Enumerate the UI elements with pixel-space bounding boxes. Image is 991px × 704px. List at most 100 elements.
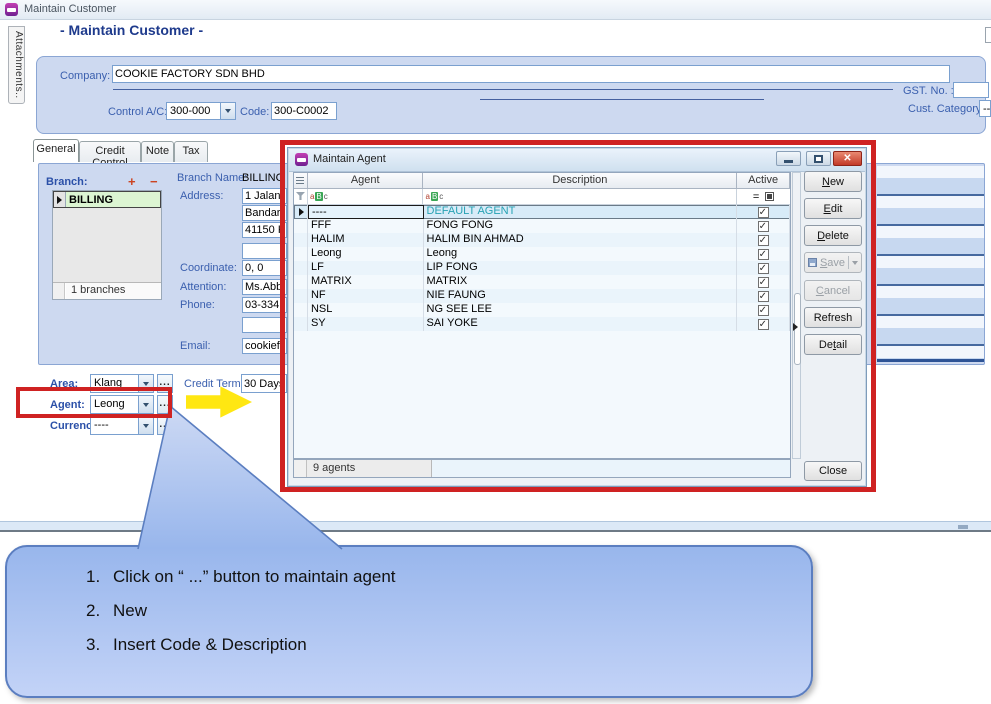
tab-credit-control[interactable]: Credit Control bbox=[79, 141, 141, 162]
active-checkbox[interactable] bbox=[758, 207, 769, 218]
active-checkbox[interactable] bbox=[758, 235, 769, 246]
row-indicator bbox=[294, 275, 308, 289]
attachments-tab[interactable]: Attachments.. bbox=[8, 26, 25, 104]
description-cell[interactable]: NIE FAUNG bbox=[424, 289, 738, 303]
column-header-description[interactable]: Description bbox=[423, 173, 737, 188]
email-input[interactable] bbox=[242, 338, 287, 354]
table-row[interactable]: Leong Leong bbox=[294, 247, 790, 261]
branch-count-status: 1 branches bbox=[53, 282, 161, 299]
cancel-button[interactable]: Cancel bbox=[804, 280, 862, 301]
branch-list[interactable]: BILLING 1 branches bbox=[52, 190, 162, 300]
table-row[interactable]: MATRIX MATRIX bbox=[294, 275, 790, 289]
callout-step-text: New bbox=[113, 601, 147, 621]
company-label: Company: bbox=[60, 70, 110, 82]
edit-button[interactable]: Edit bbox=[804, 198, 862, 219]
phone-input[interactable] bbox=[242, 297, 287, 313]
agent-cell[interactable]: HALIM bbox=[308, 233, 424, 247]
app-logo-icon bbox=[295, 153, 308, 166]
address-line3-input[interactable] bbox=[242, 222, 287, 238]
branch-list-item[interactable]: BILLING bbox=[53, 191, 161, 208]
save-dropdown-icon[interactable] bbox=[852, 261, 858, 265]
close-button[interactable]: Close bbox=[804, 461, 862, 481]
description-filter-cell[interactable]: aBc bbox=[423, 189, 737, 204]
close-window-button[interactable]: ✕ bbox=[833, 151, 862, 166]
address-label: Address: bbox=[180, 190, 223, 202]
address-line1-input[interactable] bbox=[242, 188, 287, 204]
gst-no-input[interactable] bbox=[953, 82, 989, 98]
column-chooser[interactable] bbox=[294, 173, 308, 188]
chevron-down-icon[interactable] bbox=[138, 375, 153, 392]
table-row[interactable]: LF LIP FONG bbox=[294, 261, 790, 275]
area-browse-button[interactable]: ... bbox=[157, 374, 173, 393]
cust-category-dropdown[interactable]: -- bbox=[979, 100, 991, 117]
minimize-button[interactable] bbox=[776, 151, 801, 166]
tab-general[interactable]: General bbox=[33, 139, 79, 162]
active-checkbox[interactable] bbox=[758, 305, 769, 316]
tab-note[interactable]: Note bbox=[141, 141, 174, 162]
table-row[interactable]: SY SAI YOKE bbox=[294, 317, 790, 331]
active-checkbox[interactable] bbox=[758, 221, 769, 232]
agent-filter-cell[interactable]: aBc bbox=[308, 189, 424, 204]
maximize-button[interactable] bbox=[806, 151, 831, 166]
control-ac-dropdown[interactable]: 300-000 bbox=[166, 102, 236, 120]
new-button[interactable]: New bbox=[804, 171, 862, 192]
hscroll-thumb[interactable] bbox=[958, 525, 968, 529]
description-cell[interactable]: NG SEE LEE bbox=[424, 303, 738, 317]
active-checkbox[interactable] bbox=[758, 249, 769, 260]
text-filter-abc-icon: aBc bbox=[425, 191, 443, 201]
detail-button[interactable]: Detail bbox=[804, 334, 862, 355]
agent-cell[interactable]: MATRIX bbox=[308, 275, 424, 289]
agent-cell[interactable]: LF bbox=[308, 261, 424, 275]
window-titlebar: Maintain Customer bbox=[0, 0, 991, 20]
grid-status-bar: 9 agents bbox=[293, 459, 791, 478]
row-indicator bbox=[294, 317, 308, 331]
active-checkbox[interactable] bbox=[758, 263, 769, 274]
save-button[interactable]: Save bbox=[804, 252, 862, 273]
description-cell[interactable]: LIP FONG bbox=[424, 261, 738, 275]
dialog-title: Maintain Agent bbox=[313, 153, 386, 165]
coordinate-input[interactable] bbox=[242, 260, 287, 276]
phone2-input[interactable] bbox=[242, 317, 287, 333]
address-line2-input[interactable] bbox=[242, 205, 287, 221]
table-row[interactable]: HALIM HALIM BIN AHMAD bbox=[294, 233, 790, 247]
partial-edge-button[interactable] bbox=[985, 27, 991, 43]
code-input[interactable] bbox=[271, 102, 337, 120]
refresh-button[interactable]: Refresh bbox=[804, 307, 862, 328]
active-checkbox[interactable] bbox=[758, 277, 769, 288]
maintain-customer-window: Maintain Customer Attachments.. - Mainta… bbox=[0, 0, 991, 704]
column-header-active[interactable]: Active bbox=[737, 173, 790, 188]
description-cell[interactable]: MATRIX bbox=[424, 275, 738, 289]
area-dropdown[interactable]: Klang bbox=[90, 374, 154, 393]
column-header-agent[interactable]: Agent bbox=[308, 173, 424, 188]
agent-cell[interactable]: FFF bbox=[308, 219, 424, 233]
description-cell[interactable]: Leong bbox=[424, 247, 738, 261]
table-row[interactable]: ---- DEFAULT AGENT bbox=[294, 205, 790, 219]
table-row[interactable]: NF NIE FAUNG bbox=[294, 289, 790, 303]
add-branch-button[interactable]: + bbox=[128, 177, 136, 187]
callout-step-text: Click on “ ...” button to maintain agent bbox=[113, 567, 396, 587]
description-cell[interactable]: FONG FONG bbox=[424, 219, 738, 233]
table-row[interactable]: FFF FONG FONG bbox=[294, 219, 790, 233]
active-checkbox[interactable] bbox=[758, 291, 769, 302]
attention-input[interactable] bbox=[242, 279, 287, 295]
agent-cell[interactable]: NSL bbox=[308, 303, 424, 317]
delete-button[interactable]: Delete bbox=[804, 225, 862, 246]
address-line4-input[interactable] bbox=[242, 243, 287, 259]
agent-cell[interactable]: Leong bbox=[308, 247, 424, 261]
agent-cell[interactable]: SY bbox=[308, 317, 424, 331]
description-cell[interactable]: SAI YOKE bbox=[424, 317, 738, 331]
agent-cell[interactable]: ---- bbox=[308, 205, 424, 219]
description-cell[interactable]: DEFAULT AGENT bbox=[424, 205, 738, 219]
description-cell[interactable]: HALIM BIN AHMAD bbox=[424, 233, 738, 247]
filter-indicator bbox=[294, 189, 308, 204]
active-checkbox[interactable] bbox=[758, 319, 769, 330]
tab-tax[interactable]: Tax bbox=[174, 141, 208, 162]
active-filter-cell[interactable]: = bbox=[737, 189, 790, 204]
credit-terms-input[interactable] bbox=[241, 374, 287, 393]
grid-vertical-scrollbar[interactable] bbox=[792, 172, 801, 459]
chevron-down-icon[interactable] bbox=[220, 103, 235, 119]
agent-cell[interactable]: NF bbox=[308, 289, 424, 303]
table-row[interactable]: NSL NG SEE LEE bbox=[294, 303, 790, 317]
company-input[interactable] bbox=[112, 65, 950, 83]
remove-branch-button[interactable]: − bbox=[150, 177, 158, 187]
